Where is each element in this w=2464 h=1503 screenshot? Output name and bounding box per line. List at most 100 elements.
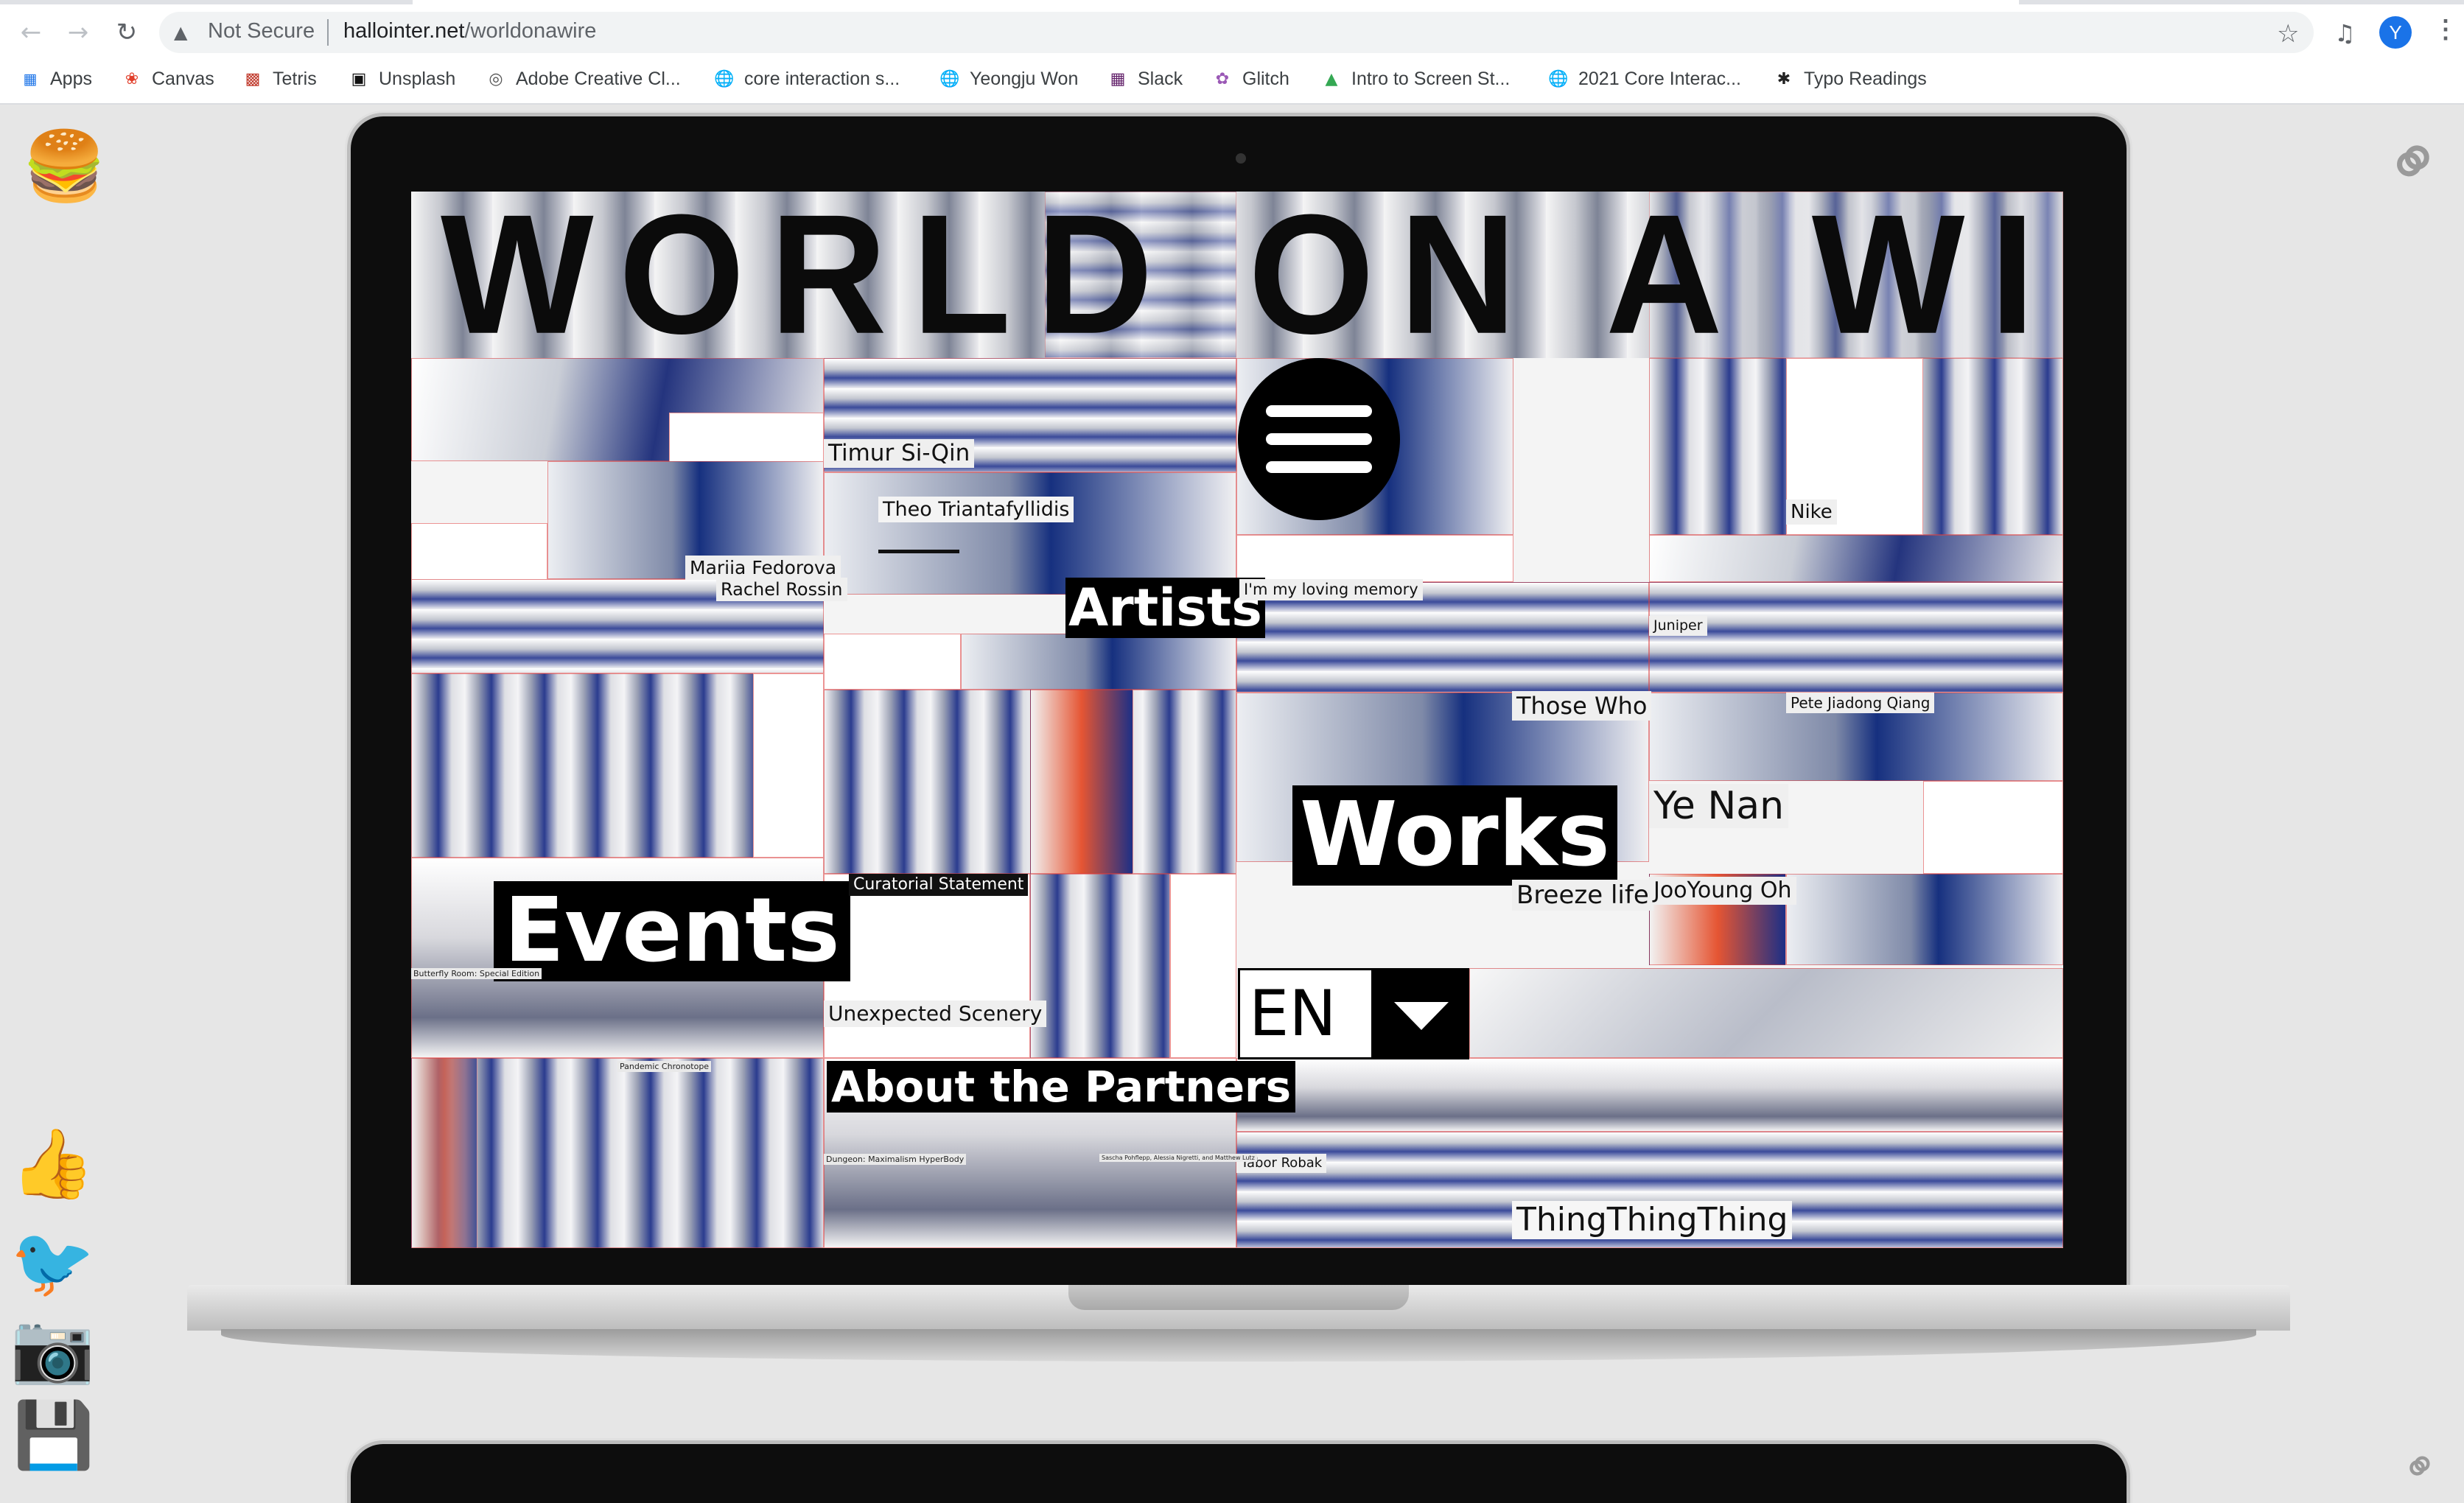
work-link[interactable]: I'm my loving memory xyxy=(1239,579,1423,600)
unsplash-icon: ▣ xyxy=(351,69,367,88)
divider xyxy=(878,550,959,553)
url-path: /worldonawire xyxy=(464,19,597,43)
bookmark-apps[interactable]: ▦ Apps xyxy=(21,66,92,91)
art-tile xyxy=(961,634,1236,690)
laptop-notch xyxy=(1068,1285,1409,1310)
bookmark-label: Yeongju Won xyxy=(970,68,1079,89)
bookmark-2021-core[interactable]: 🌐 2021 Core Interac... xyxy=(1548,66,1741,91)
back-icon[interactable]: ← xyxy=(13,15,49,50)
language-dropdown-arrow[interactable] xyxy=(1373,968,1469,1059)
work-link[interactable]: Dungeon: Maximalism HyperBody xyxy=(824,1154,967,1165)
about-link[interactable]: Curatorial Statement xyxy=(849,874,1029,896)
language-selector[interactable]: EN xyxy=(1238,968,1373,1059)
bookmark-tetris[interactable]: ▩ Tetris xyxy=(243,66,317,91)
site-title: WORLD ON A WIRE xyxy=(441,192,2063,370)
adobe-cc-icon: ◎ xyxy=(489,69,503,88)
profile-avatar[interactable]: Y xyxy=(2379,16,2412,49)
artist-link[interactable]: Ye Nan xyxy=(1649,784,1789,828)
thumbs-up-icon[interactable]: 👍 xyxy=(10,1124,95,1204)
link-icon[interactable]: ⚭ xyxy=(2365,111,2463,213)
bookmark-star-icon[interactable]: ☆ xyxy=(2277,19,2299,49)
work-link[interactable]: Breeze life xyxy=(1512,880,1653,911)
laptop-camera xyxy=(1236,153,1246,164)
site-menu-button[interactable] xyxy=(1238,358,1400,520)
art-tile xyxy=(1649,535,2063,582)
art-tile xyxy=(753,673,824,858)
bookmark-glitch[interactable]: ✿ Glitch xyxy=(1213,66,1289,91)
art-tile xyxy=(1170,874,1236,1058)
bookmark-label: core interaction s... xyxy=(744,68,900,89)
artist-link[interactable]: Rachel Rossin xyxy=(716,578,847,601)
art-tile xyxy=(1923,781,2063,874)
bookmark-label: Intro to Screen St... xyxy=(1351,68,1511,89)
nav-events[interactable]: Events xyxy=(494,881,850,981)
bookmark-yeongju[interactable]: 🌐 Yeongju Won xyxy=(939,66,1079,91)
globe-icon: 🌐 xyxy=(939,69,960,88)
bookmark-label: Canvas xyxy=(152,68,214,89)
browser-menu-icon[interactable]: ⋮ xyxy=(2433,15,2458,44)
bookmark-label: Tetris xyxy=(273,68,317,89)
bookmark-core-interaction[interactable]: 🌐 core interaction s... xyxy=(714,66,900,91)
bookmark-label: Adobe Creative Cl... xyxy=(516,68,681,89)
artist-link[interactable]: ThingThingThing xyxy=(1512,1201,1793,1239)
art-tile xyxy=(1030,874,1170,1058)
warning-icon[interactable]: ▲ xyxy=(174,22,195,43)
event-link[interactable]: Butterfly Room: Special Edition xyxy=(411,968,542,979)
artist-link[interactable]: JooYoung Oh xyxy=(1649,877,1796,905)
bookmark-intro-screen[interactable]: ▲ Intro to Screen St... xyxy=(1322,66,1511,91)
work-link[interactable]: Those Who xyxy=(1512,691,1652,721)
bookmark-label: Glitch xyxy=(1242,68,1289,89)
artist-link[interactable]: Timur Si-Qin xyxy=(824,439,975,468)
language-label: EN xyxy=(1249,977,1337,1051)
laptop-base-shadow xyxy=(221,1329,2256,1362)
bird-icon[interactable]: 🐦 xyxy=(10,1223,95,1303)
browser-toolbar: ← → ↻ ▲ Not Secure hallointer.net/worldo… xyxy=(0,4,2464,55)
canvas-icon: ❀ xyxy=(125,69,139,88)
forward-icon[interactable]: → xyxy=(60,15,96,50)
artist-link[interactable]: Theo Triantafyllidis xyxy=(878,497,1074,522)
floppy-disk-icon[interactable]: 💾 xyxy=(13,1397,94,1474)
art-tile xyxy=(824,874,1030,1058)
address-separator xyxy=(327,19,329,46)
art-tile xyxy=(1030,690,1133,874)
event-link[interactable]: Pandemic Chronotope xyxy=(617,1061,712,1072)
bookmark-canvas[interactable]: ❀ Canvas xyxy=(122,66,214,91)
reload-icon[interactable]: ↻ xyxy=(109,15,144,50)
nav-artists[interactable]: Artists xyxy=(1065,578,1265,638)
bookmark-label: Typo Readings xyxy=(1804,68,1927,89)
bookmark-label: 2021 Core Interac... xyxy=(1578,68,1741,89)
laptop-frame-second xyxy=(351,1444,2127,1503)
bookmark-label: Slack xyxy=(1138,68,1183,89)
art-tile xyxy=(669,413,824,464)
hamburger-emoji-icon[interactable]: 🍔 xyxy=(22,127,107,206)
media-control-icon[interactable]: ♫ xyxy=(2334,19,2356,47)
url-text[interactable]: hallointer.net/worldonawire xyxy=(343,19,596,43)
nav-about-partners[interactable]: About the Partners xyxy=(827,1061,1296,1113)
url-domain: hallointer.net xyxy=(343,19,465,43)
link-icon-partial[interactable]: ⚭ xyxy=(2390,1435,2451,1499)
nav-works[interactable]: Works xyxy=(1292,785,1617,886)
bookmark-label: Apps xyxy=(50,68,92,89)
art-tile xyxy=(411,1058,477,1248)
work-link[interactable]: Nike xyxy=(1786,500,1837,525)
bookmark-typo-readings[interactable]: ✱ Typo Readings xyxy=(1774,66,1927,91)
artist-link[interactable]: Mariia Fedorova xyxy=(685,556,841,580)
bookmark-slack[interactable]: ▦ Slack xyxy=(1108,66,1183,91)
artist-link[interactable]: Pete Jiadong Qiang xyxy=(1786,693,1935,713)
website-screen[interactable]: WORLD ON A WIRE Artists Works Events Abo… xyxy=(411,192,2063,1248)
bookmarks-bar: ▦ Apps ❀ Canvas ▩ Tetris ▣ Unsplash ◎ Adobe C… xyxy=(0,55,2464,105)
art-tile xyxy=(1469,968,2063,1058)
work-link[interactable]: Juniper xyxy=(1649,616,1707,636)
art-tile xyxy=(1649,582,2063,693)
security-label[interactable]: Not Secure xyxy=(208,19,315,43)
globe-icon: 🌐 xyxy=(1548,69,1569,88)
art-tile xyxy=(1236,535,1513,582)
menu-bar xyxy=(1266,461,1372,473)
bookmark-unsplash[interactable]: ▣ Unsplash xyxy=(349,66,456,91)
art-tile xyxy=(824,634,961,690)
bookmark-adobe[interactable]: ◎ Adobe Creative Cl... xyxy=(486,66,681,91)
camera-icon[interactable]: 📷 xyxy=(10,1308,95,1388)
work-link[interactable]: Unexpected Scenery xyxy=(824,1001,1047,1027)
glitch-icon: ✿ xyxy=(1215,69,1230,88)
google-drive-icon: ▲ xyxy=(1325,69,1338,88)
